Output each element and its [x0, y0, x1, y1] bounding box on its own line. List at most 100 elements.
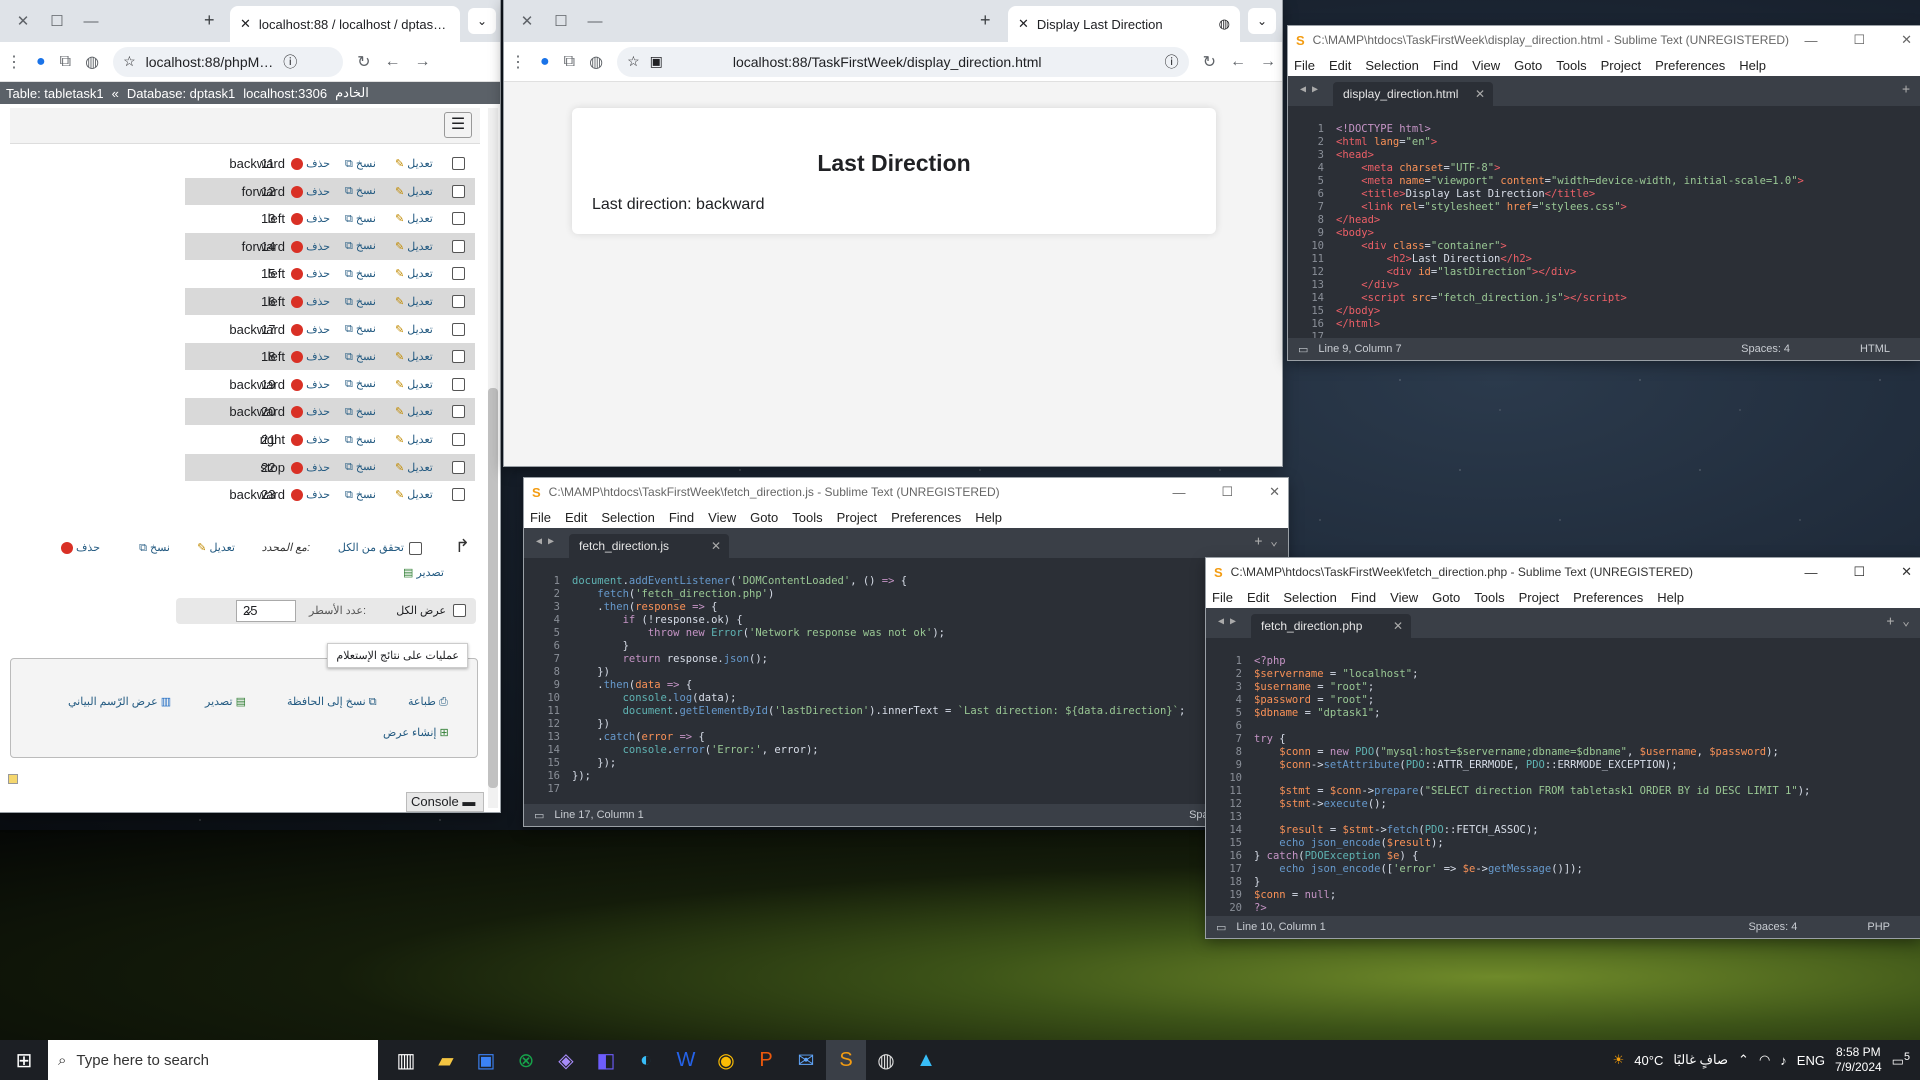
pma-scrollbar[interactable]: [488, 108, 498, 808]
menu-preferences[interactable]: Preferences: [1573, 590, 1643, 605]
menu-icon[interactable]: ⋮: [6, 52, 22, 72]
profile-icon[interactable]: ●: [540, 53, 550, 71]
clock[interactable]: 8:58 PM 7/9/2024: [1835, 1045, 1882, 1075]
menu-file[interactable]: File: [530, 510, 551, 525]
menu-view[interactable]: View: [1390, 590, 1418, 605]
tab-pma[interactable]: ✕ localhost:88 / localhost / dptas…: [230, 6, 460, 42]
visual-studio-icon[interactable]: ◧: [586, 1040, 626, 1080]
menu-selection[interactable]: Selection: [1283, 590, 1336, 605]
menu-edit[interactable]: Edit: [1329, 58, 1351, 73]
row-delete-button[interactable]: حذف: [289, 185, 330, 198]
tab-display-direction-html[interactable]: display_direction.html ✕: [1333, 82, 1493, 106]
row-edit-button[interactable]: ✎ تعديل: [395, 488, 433, 501]
menu-find[interactable]: Find: [1433, 58, 1458, 73]
new-tab-icon[interactable]: + ⌄: [1887, 614, 1910, 629]
row-copy-button[interactable]: ⧉ نسخ: [345, 405, 376, 419]
restore-icon[interactable]: ☐: [544, 12, 578, 30]
row-edit-button[interactable]: ✎ تعديل: [395, 378, 433, 391]
row-checkbox[interactable]: [452, 322, 465, 336]
row-edit-button[interactable]: ✎ تعديل: [395, 461, 433, 474]
panel-toggle-icon[interactable]: ▭: [1216, 921, 1226, 934]
tab-fetch-direction-php[interactable]: fetch_direction.php ✕: [1251, 614, 1411, 638]
row-checkbox[interactable]: [452, 405, 465, 419]
back-icon[interactable]: ←: [1230, 53, 1246, 71]
close-tab-icon[interactable]: ✕: [1018, 16, 1029, 32]
restore-icon[interactable]: ☐: [1221, 484, 1233, 500]
row-copy-button[interactable]: ⧉ نسخ: [345, 157, 376, 171]
row-copy-button[interactable]: ⧉ نسخ: [345, 460, 376, 474]
edge-icon[interactable]: ◐: [626, 1040, 666, 1080]
word-icon[interactable]: W: [666, 1040, 706, 1080]
menu-view[interactable]: View: [1472, 58, 1500, 73]
new-tab-icon[interactable]: +: [1902, 82, 1910, 97]
code-editor[interactable]: 1 2 3 4 5 6 7 8 9 10 11 12 13 14 15 16 1…: [1206, 642, 1920, 916]
panel-toggle-icon[interactable]: ▭: [1298, 343, 1308, 356]
chrome-icon[interactable]: ◉: [706, 1040, 746, 1080]
console-button[interactable]: Console ▬: [406, 792, 484, 812]
row-copy-button[interactable]: ⧉ نسخ: [345, 184, 376, 198]
github-icon[interactable]: ◍: [866, 1040, 906, 1080]
menu-project[interactable]: Project: [1519, 590, 1559, 605]
menu-goto[interactable]: Goto: [1432, 590, 1460, 605]
tab-nav-arrows-icon[interactable]: ◀ ▶: [536, 536, 554, 547]
row-delete-button[interactable]: حذف: [289, 405, 330, 419]
extensions-icon[interactable]: ⧉: [564, 53, 575, 71]
row-copy-button[interactable]: ⧉ نسخ: [345, 322, 376, 336]
row-copy-button[interactable]: ⧉ نسخ: [345, 212, 376, 226]
check-all-label[interactable]: تحقق من الكل: [338, 541, 404, 554]
syntax-setting[interactable]: HTML: [1860, 343, 1890, 355]
code-editor[interactable]: 1 2 3 4 5 6 7 8 9 10 11 12 13 14 15 16 1…: [524, 562, 1288, 804]
row-delete-button[interactable]: حذف: [289, 461, 330, 474]
menu-tools[interactable]: Tools: [1556, 58, 1586, 73]
close-tab-icon[interactable]: ✕: [1475, 87, 1485, 101]
menu-tools[interactable]: Tools: [1474, 590, 1504, 605]
bulk-edit-button[interactable]: ✎ تعديل: [197, 541, 235, 554]
tab-nav-arrows-icon[interactable]: ◀ ▶: [1218, 616, 1236, 627]
tab-nav-arrows-icon[interactable]: ◀ ▶: [1300, 84, 1318, 95]
menu-find[interactable]: Find: [1351, 590, 1376, 605]
create-view-button[interactable]: إنشاء عرض ⊞: [383, 726, 449, 739]
close-tab-icon[interactable]: ✕: [711, 539, 721, 553]
scrollbar-thumb[interactable]: [488, 388, 498, 788]
menu-edit[interactable]: Edit: [1247, 590, 1269, 605]
breadcrumb-server[interactable]: localhost:3306: [243, 86, 327, 101]
app-icon[interactable]: ◈: [546, 1040, 586, 1080]
menu-help[interactable]: Help: [975, 510, 1002, 525]
star-icon[interactable]: ☆: [627, 53, 640, 70]
close-window-icon[interactable]: ✕: [1901, 564, 1912, 580]
row-copy-button[interactable]: ⧉ نسخ: [345, 267, 376, 281]
row-copy-button[interactable]: ⧉ نسخ: [345, 350, 376, 364]
code-editor[interactable]: 1 2 3 4 5 6 7 8 9 10 11 12 13 14 15 16 1…: [1288, 110, 1920, 343]
notification-icon[interactable]: ▭5: [1892, 1051, 1910, 1069]
new-tab-icon[interactable]: +: [980, 10, 991, 31]
hamburger-menu-icon[interactable]: ☰: [444, 112, 472, 138]
rows-select[interactable]: 25 ⌄: [236, 600, 296, 622]
panel-toggle-icon[interactable]: ▭: [534, 809, 544, 822]
minimize-icon[interactable]: —: [1172, 485, 1185, 500]
menu-preferences[interactable]: Preferences: [891, 510, 961, 525]
cursor-position[interactable]: Line 9, Column 7: [1318, 343, 1401, 355]
file-explorer-icon[interactable]: ▰: [426, 1040, 466, 1080]
row-copy-button[interactable]: ⧉ نسخ: [345, 488, 376, 502]
row-delete-button[interactable]: حذف: [289, 240, 330, 253]
chevron-up-icon[interactable]: ⌃: [1738, 1052, 1749, 1068]
row-checkbox[interactable]: [452, 377, 465, 391]
row-edit-button[interactable]: ✎ تعديل: [395, 212, 433, 225]
tab-display-direction[interactable]: ✕ Display Last Direction ◍: [1008, 6, 1240, 42]
close-window-icon[interactable]: ✕: [1901, 32, 1912, 48]
sublime-taskbar-icon[interactable]: S: [826, 1040, 866, 1080]
new-tab-icon[interactable]: +: [204, 10, 215, 31]
close-window-icon[interactable]: ✕: [510, 12, 544, 30]
windows-start-icon[interactable]: ⊞: [0, 1040, 48, 1080]
restore-icon[interactable]: ☐: [1853, 564, 1865, 580]
row-checkbox[interactable]: [452, 488, 465, 502]
network-icon[interactable]: ◠: [1759, 1052, 1770, 1068]
restore-icon[interactable]: ☐: [40, 12, 74, 30]
task-view-icon[interactable]: ▥: [386, 1040, 426, 1080]
row-checkbox[interactable]: [452, 295, 465, 308]
syntax-setting[interactable]: PHP: [1867, 921, 1890, 933]
row-edit-button[interactable]: ✎ تعديل: [395, 405, 433, 418]
menu-selection[interactable]: Selection: [601, 510, 654, 525]
cursor-position[interactable]: Line 10, Column 1: [1236, 921, 1325, 933]
close-tab-icon[interactable]: ✕: [240, 16, 251, 32]
